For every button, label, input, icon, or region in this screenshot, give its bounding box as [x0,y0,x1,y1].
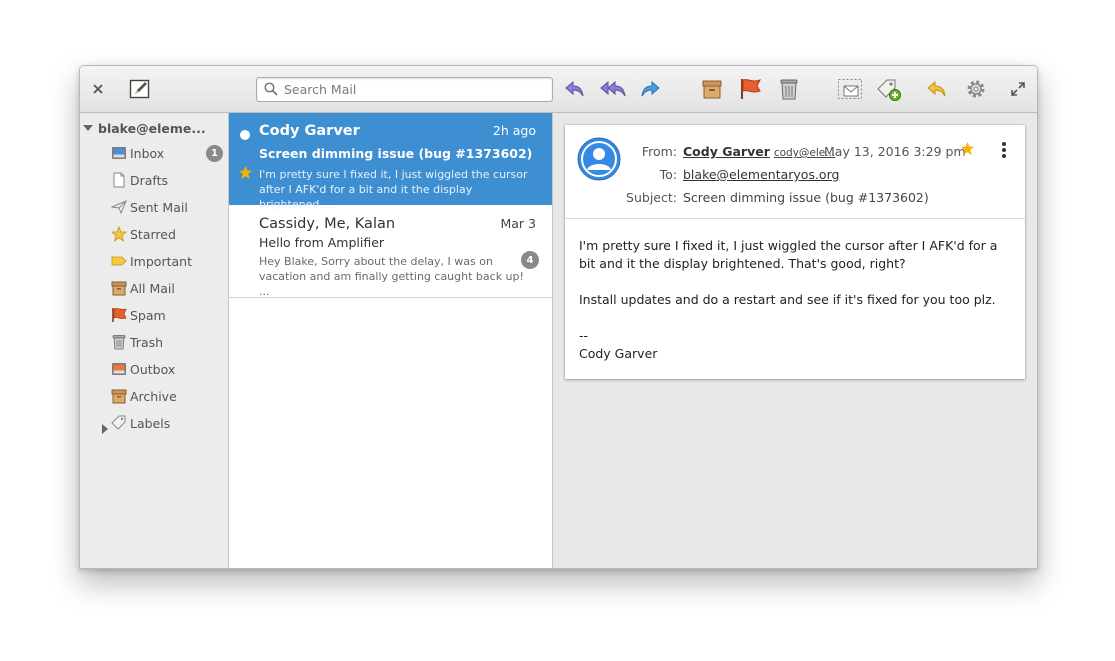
body-paragraph: I'm pretty sure I fixed it, I just wiggl… [579,238,998,271]
sidebar-item-label: Outbox [130,361,176,377]
reply-all-icon[interactable] [600,78,628,100]
sidebar-item-archive[interactable]: Archive [111,386,223,406]
sidebar-item-label: All Mail [130,280,175,296]
compose-icon[interactable] [129,79,151,99]
message-date: Mar 3 [500,216,536,231]
sidebar-item-label: Drafts [130,172,169,188]
signature-name: Cody Garver [579,346,658,361]
archive-icon [111,388,127,404]
message-body: I'm pretty sure I fixed it, I just wiggl… [579,237,1011,363]
star-icon[interactable] [960,141,975,160]
sidebar-item-label: Spam [130,307,166,323]
search-box[interactable] [256,77,553,102]
sidebar-item-trash[interactable]: Trash [111,332,223,352]
all-mail-icon [111,280,127,296]
message-timestamp: May 13, 2016 3:29 pm [824,144,966,159]
from-field[interactable]: Cody Garver cody@ele... [683,144,835,159]
star-icon[interactable] [238,165,253,184]
sent-icon [111,199,127,215]
from-label: From: [641,144,677,159]
sidebar-item-label: Important [130,253,192,269]
archive-icon[interactable] [701,78,723,100]
drafts-icon [111,172,127,188]
inbox-icon [111,145,127,161]
account-row[interactable]: blake@eleme... [83,119,206,137]
sidebar-item-label: Starred [130,226,176,242]
message-row[interactable]: Cassidy, Me, Kalan Mar 3 Hello from Ampl… [229,205,552,298]
settings-icon[interactable] [965,78,987,100]
sidebar-item-labels[interactable]: Labels [111,413,223,433]
sidebar-item-spam[interactable]: Spam [111,305,223,325]
header-bar [80,66,1037,113]
forward-icon[interactable] [639,78,661,100]
subject-value: Screen dimming issue (bug #1373602) [683,190,929,205]
expander-down-icon[interactable] [83,125,93,131]
to-address[interactable]: blake@elementaryos.org [683,167,839,182]
message-list: Cody Garver 2h ago Screen dimming issue … [229,113,553,568]
message-row-selected[interactable]: Cody Garver 2h ago Screen dimming issue … [229,113,552,211]
sidebar-item-inbox[interactable]: Inbox 1 [111,143,223,163]
message-subject: Hello from Amplifier [259,235,385,250]
sidebar-item-label: Trash [130,334,164,350]
body-paragraph: Install updates and do a restart and see… [579,292,996,307]
tag-icon [111,415,127,431]
sidebar-item-starred[interactable]: Starred [111,224,223,244]
avatar [577,137,621,185]
folder-sidebar: blake@eleme... Inbox 1 Drafts Sent Mail … [80,113,229,568]
sidebar-item-important[interactable]: Important [111,251,223,271]
message-header: From: Cody Garver cody@ele... May 13, 20… [565,125,1025,219]
message-date: 2h ago [492,123,536,138]
sidebar-item-label: Labels [130,415,171,431]
thread-count-badge: 4 [521,251,539,269]
message-sender: Cody Garver [259,123,360,139]
add-label-icon[interactable] [876,78,902,102]
message-card: From: Cody Garver cody@ele... May 13, 20… [565,125,1025,379]
fullscreen-icon[interactable] [1010,81,1026,97]
sidebar-item-all-mail[interactable]: All Mail [111,278,223,298]
more-options-icon[interactable] [1001,141,1007,163]
important-icon [111,253,127,269]
sidebar-item-drafts[interactable]: Drafts [111,170,223,190]
message-preview: Hey Blake, Sorry about the delay, I was … [259,255,524,298]
unread-dot-icon [240,130,250,140]
sidebar-item-label: Sent Mail [130,199,188,215]
unread-count-badge: 1 [206,144,223,162]
account-label: blake@eleme... [98,120,206,136]
expander-right-icon[interactable] [102,424,108,434]
undo-icon[interactable] [926,78,948,100]
sidebar-item-outbox[interactable]: Outbox [111,359,223,379]
reading-pane: From: Cody Garver cody@ele... May 13, 20… [553,113,1037,568]
move-to-folder-icon[interactable] [837,78,863,100]
signature-separator: -- [579,328,589,343]
from-name: Cody Garver [683,144,770,159]
sidebar-item-label: Inbox [130,145,165,161]
message-subject: Screen dimming issue (bug #1373602) [259,146,533,161]
trash-icon[interactable] [779,77,799,101]
reply-icon[interactable] [564,78,586,100]
star-icon [111,226,127,242]
search-input[interactable] [284,80,544,98]
to-label: To: [659,167,677,182]
close-icon[interactable] [90,81,106,97]
mail-window: blake@eleme... Inbox 1 Drafts Sent Mail … [79,65,1038,569]
flag-icon[interactable] [739,77,763,101]
sidebar-item-label: Archive [130,388,177,404]
message-sender: Cassidy, Me, Kalan [259,216,396,232]
outbox-icon [111,361,127,377]
search-icon [264,82,278,100]
subject-label: Subject: [626,190,677,205]
spam-icon [111,307,127,323]
sidebar-item-sent-mail[interactable]: Sent Mail [111,197,223,217]
trash-icon [111,334,127,350]
row-divider [229,297,552,298]
